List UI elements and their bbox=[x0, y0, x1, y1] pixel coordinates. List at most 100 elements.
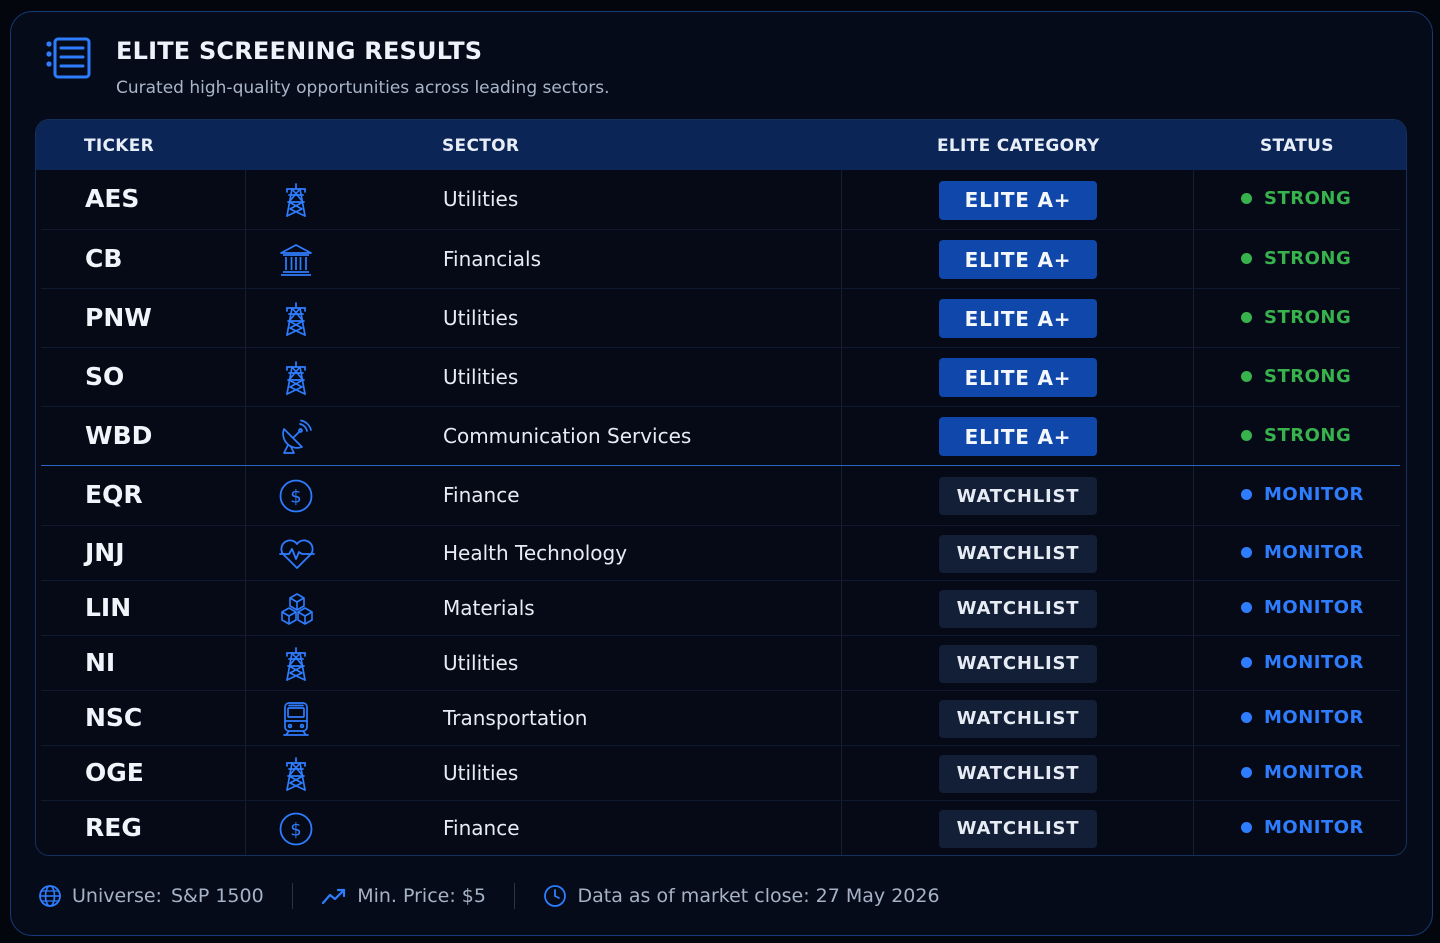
ticker-symbol[interactable]: CB bbox=[85, 244, 122, 273]
status-label: MONITOR bbox=[1264, 816, 1364, 838]
ticker-symbol[interactable]: AES bbox=[85, 184, 139, 213]
status-badge: STRONG bbox=[1241, 307, 1351, 328]
status-label: STRONG bbox=[1264, 365, 1352, 387]
bank-building-icon bbox=[278, 242, 314, 278]
status-badge: STRONG bbox=[1241, 188, 1351, 209]
watchlist-badge: WATCHLIST bbox=[939, 589, 1097, 628]
ticker-symbol[interactable]: LIN bbox=[85, 593, 131, 622]
page-subtitle: Curated high-quality opportunities acros… bbox=[116, 78, 610, 98]
status-dot-icon bbox=[1241, 370, 1252, 382]
dollar-coin-icon: $ bbox=[278, 478, 314, 514]
ticker-symbol[interactable]: EQR bbox=[85, 480, 143, 509]
status-badge: STRONG bbox=[1241, 425, 1351, 446]
status-dot-icon bbox=[1241, 193, 1252, 204]
transmission-tower-icon bbox=[278, 301, 314, 337]
dollar-coin-icon: $ bbox=[278, 811, 314, 847]
table-row[interactable]: NSC Transportation WATCHLIST MONITOR bbox=[41, 691, 1400, 746]
status-badge: MONITOR bbox=[1241, 484, 1364, 505]
column-header-elite-category[interactable]: ELITE CATEGORY bbox=[937, 136, 1100, 156]
watchlist-badge: WATCHLIST bbox=[939, 644, 1097, 683]
table-row[interactable]: OGE Utilities WATCHLIST MONITOR bbox=[41, 746, 1400, 801]
clock-icon bbox=[544, 885, 567, 907]
status-label: STRONG bbox=[1264, 247, 1352, 269]
status-label: STRONG bbox=[1264, 188, 1352, 209]
status-dot-icon bbox=[1241, 311, 1252, 323]
status-label: MONITOR bbox=[1264, 706, 1364, 728]
satellite-dish-icon bbox=[278, 419, 314, 455]
table-row[interactable]: LIN Materials WATCHLIST MONITOR bbox=[41, 581, 1400, 636]
watchlist-badge: WATCHLIST bbox=[939, 809, 1097, 848]
ticker-symbol[interactable]: SO bbox=[85, 362, 124, 391]
watchlist-badge: WATCHLIST bbox=[939, 534, 1097, 573]
transmission-tower-icon bbox=[278, 756, 314, 792]
column-header-ticker[interactable]: TICKER bbox=[84, 136, 154, 156]
table-row[interactable]: CB Financials ELITE A+ STRONG bbox=[41, 230, 1400, 289]
footer-bar: Universe: S&P 1500 Min. Price: $5 Data a… bbox=[38, 878, 940, 914]
globe-icon bbox=[39, 885, 61, 907]
data-date-text: Data as of market close: 27 May 2026 bbox=[577, 885, 940, 907]
universe-label: Universe: bbox=[72, 885, 162, 907]
status-dot-icon bbox=[1241, 252, 1252, 264]
elite-category-badge: ELITE A+ bbox=[939, 180, 1097, 220]
universe-info: Universe: S&P 1500 bbox=[38, 884, 264, 908]
elite-category-badge: ELITE A+ bbox=[939, 240, 1097, 279]
transmission-tower-icon bbox=[278, 360, 314, 396]
ticker-symbol[interactable]: JNJ bbox=[85, 538, 125, 567]
status-dot-icon bbox=[1241, 489, 1252, 500]
status-badge: STRONG bbox=[1241, 366, 1351, 387]
status-badge: MONITOR bbox=[1241, 652, 1364, 673]
sector-name: Utilities bbox=[443, 760, 519, 785]
universe-value: S&P 1500 bbox=[170, 885, 264, 907]
status-label: MONITOR bbox=[1264, 651, 1364, 673]
page-title: ELITE SCREENING RESULTS bbox=[116, 37, 483, 65]
footer-divider bbox=[513, 883, 516, 909]
status-badge: MONITOR bbox=[1241, 762, 1364, 783]
table-row[interactable]: EQR $ Finance WATCHLIST MONITOR bbox=[41, 466, 1400, 526]
table-row[interactable]: WBD Communication Services ELITE A+ STRONG bbox=[41, 407, 1400, 466]
svg-text:$: $ bbox=[290, 487, 301, 508]
elite-category-badge: ELITE A+ bbox=[939, 299, 1097, 338]
column-header-sector[interactable]: SECTOR bbox=[442, 136, 519, 156]
table-row[interactable]: REG $ Finance WATCHLIST MONITOR bbox=[41, 801, 1400, 855]
table-row[interactable]: NI Utilities WATCHLIST MONITOR bbox=[41, 636, 1400, 691]
sector-name: Utilities bbox=[443, 305, 519, 330]
ticker-symbol[interactable]: NSC bbox=[85, 703, 142, 732]
ticker-symbol[interactable]: PNW bbox=[85, 303, 152, 332]
watchlist-badge: WATCHLIST bbox=[939, 477, 1097, 515]
data-date-info: Data as of market close: 27 May 2026 bbox=[543, 884, 940, 908]
table-row[interactable]: JNJ Health Technology WATCHLIST MONITOR bbox=[41, 526, 1400, 581]
status-dot-icon bbox=[1241, 766, 1252, 778]
svg-text:$: $ bbox=[290, 819, 301, 840]
sector-name: Utilities bbox=[443, 187, 519, 211]
results-table: TICKER SECTOR ELITE CATEGORY STATUS AES … bbox=[35, 119, 1407, 856]
transmission-tower-icon bbox=[278, 182, 314, 218]
status-dot-icon bbox=[1241, 601, 1252, 613]
elite-category-badge: ELITE A+ bbox=[939, 417, 1097, 456]
ticker-symbol[interactable]: OGE bbox=[85, 758, 144, 787]
status-dot-icon bbox=[1241, 656, 1252, 668]
sector-name: Health Technology bbox=[443, 540, 628, 565]
sector-name: Financials bbox=[443, 246, 541, 271]
status-badge: STRONG bbox=[1241, 248, 1351, 269]
ticker-symbol[interactable]: REG bbox=[85, 813, 142, 842]
min-price-info: Min. Price: $5 bbox=[321, 884, 486, 908]
status-badge: MONITOR bbox=[1241, 817, 1364, 838]
cubes-icon bbox=[278, 591, 314, 627]
table-row[interactable]: AES Utilities ELITE A+ STRONG bbox=[41, 170, 1400, 230]
table-header: TICKER SECTOR ELITE CATEGORY STATUS bbox=[36, 120, 1406, 170]
ticker-symbol[interactable]: WBD bbox=[85, 421, 152, 450]
sector-name: Utilities bbox=[443, 364, 519, 389]
sector-name: Communication Services bbox=[443, 423, 692, 448]
ticker-symbol[interactable]: NI bbox=[85, 648, 115, 677]
status-dot-icon bbox=[1241, 711, 1252, 723]
trend-up-icon bbox=[322, 888, 346, 905]
train-icon bbox=[278, 701, 314, 737]
watchlist-badge: WATCHLIST bbox=[939, 754, 1097, 793]
table-row[interactable]: SO Utilities ELITE A+ STRONG bbox=[41, 348, 1400, 407]
status-badge: MONITOR bbox=[1241, 597, 1364, 618]
status-label: MONITOR bbox=[1264, 484, 1364, 505]
heart-pulse-icon bbox=[278, 536, 315, 572]
column-header-status[interactable]: STATUS bbox=[1260, 136, 1334, 156]
table-row[interactable]: PNW Utilities ELITE A+ STRONG bbox=[41, 289, 1400, 348]
sector-name: Utilities bbox=[443, 650, 519, 675]
